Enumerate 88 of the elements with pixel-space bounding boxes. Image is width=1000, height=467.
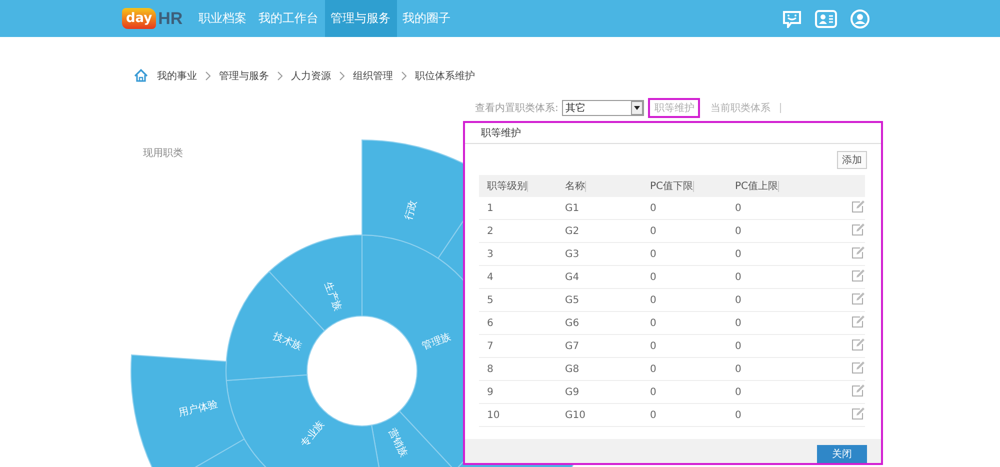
table-cell: G9 (557, 380, 642, 404)
edit-icon[interactable] (851, 223, 865, 236)
nav-item[interactable]: 管理与服务 (324, 0, 397, 37)
breadcrumb-link[interactable]: 管理与服务 (219, 68, 269, 82)
table-cell: 0 (642, 242, 727, 266)
table-cell: 0 (642, 358, 727, 380)
table-cell: 1 (479, 197, 557, 220)
chevron-icon (205, 70, 211, 80)
edit-icon[interactable] (851, 315, 865, 328)
table-cell: 0 (727, 380, 812, 404)
dialog-title: 职等维护 (465, 123, 881, 144)
edit-icon[interactable] (851, 338, 865, 351)
table-cell: G10 (557, 404, 642, 426)
table-cell: 0 (642, 220, 727, 242)
tab[interactable]: 职等维护 (648, 98, 700, 118)
breadcrumb-link[interactable]: 人力资源 (291, 68, 331, 82)
table-cell: 0 (727, 197, 812, 220)
tab[interactable]: 当前职类体系 (704, 98, 776, 118)
table-cell: 0 (642, 380, 727, 404)
table-cell: G8 (557, 358, 642, 380)
table-cell: 0 (727, 288, 812, 312)
table-cell: 9 (479, 380, 557, 404)
filter-label: 查看内置职类体系: (475, 102, 558, 115)
segment-label: 用户体验 (178, 399, 220, 419)
edit-icon[interactable] (851, 269, 865, 282)
divider-mark (780, 103, 782, 113)
table-cell: 0 (727, 220, 812, 242)
table-cell: 8 (479, 358, 557, 380)
table-cell: 0 (642, 288, 727, 312)
edit-icon[interactable] (851, 407, 865, 420)
chevron-icon (339, 70, 345, 80)
table-cell: 10 (479, 404, 557, 426)
table-cell: 0 (642, 334, 727, 358)
chart-title: 现用职类 (143, 146, 183, 160)
nav-item[interactable]: 我的圈子 (396, 0, 457, 37)
add-button[interactable]: 添加 (837, 151, 867, 169)
column-header: PC值上限 (727, 180, 780, 192)
edit-icon[interactable] (851, 246, 865, 259)
table-cell: G7 (557, 334, 642, 358)
user-icon[interactable] (850, 8, 870, 28)
table-cell: G1 (557, 197, 642, 220)
edit-icon[interactable] (851, 361, 865, 374)
table-cell: 4 (479, 266, 557, 288)
table-cell: 0 (642, 266, 727, 288)
column-header: PC值下限 (642, 180, 694, 192)
segment-label: 行政 (403, 199, 420, 222)
table-cell: G6 (557, 312, 642, 334)
table-cell: 7 (479, 334, 557, 358)
table-cell: 0 (727, 242, 812, 266)
table-cell: 6 (479, 312, 557, 334)
table-cell: 2 (479, 220, 557, 242)
segment-label: 技术族 (272, 331, 304, 353)
table-cell: 0 (642, 312, 727, 334)
table-cell: 0 (642, 197, 727, 220)
breadcrumb-link[interactable]: 我的事业 (157, 68, 197, 82)
segment-label: 营销族 (386, 426, 410, 459)
breadcrumb-link[interactable]: 职位体系维护 (415, 68, 475, 82)
nav-item[interactable]: 职业档案 (192, 0, 253, 37)
nav-item[interactable]: 我的工作台 (252, 0, 325, 37)
segment-label: 生产族 (322, 280, 344, 313)
table-cell: 0 (727, 334, 812, 358)
edit-icon[interactable] (851, 292, 865, 305)
edit-icon[interactable] (851, 200, 865, 213)
table-cell: 0 (727, 358, 812, 380)
contact-card-icon[interactable] (815, 10, 837, 28)
table-cell: 5 (479, 288, 557, 312)
table-cell: G4 (557, 266, 642, 288)
segment-label: 管理族 (420, 331, 452, 353)
close-button[interactable]: 关闭 (817, 445, 867, 463)
table-cell: 0 (727, 266, 812, 288)
table-cell: 0 (727, 404, 812, 426)
home-icon[interactable] (133, 68, 149, 83)
table-cell: 0 (642, 404, 727, 426)
edit-icon[interactable] (851, 384, 865, 397)
table-cell: 3 (479, 242, 557, 266)
table-cell: G3 (557, 242, 642, 266)
chevron-icon (401, 70, 407, 80)
column-header: 职等级别 (479, 180, 528, 192)
segment-label: 专业族 (299, 418, 326, 450)
table-cell: G2 (557, 220, 642, 242)
chat-icon[interactable] (782, 10, 802, 28)
logo[interactable]: day HR (122, 0, 183, 37)
table-cell: 0 (727, 312, 812, 334)
column-header: 名称 (557, 180, 586, 192)
table-cell: G5 (557, 288, 642, 312)
dropdown[interactable]: 其它 (562, 100, 644, 116)
chevron-icon (277, 70, 283, 80)
breadcrumb-link[interactable]: 组织管理 (353, 68, 393, 82)
